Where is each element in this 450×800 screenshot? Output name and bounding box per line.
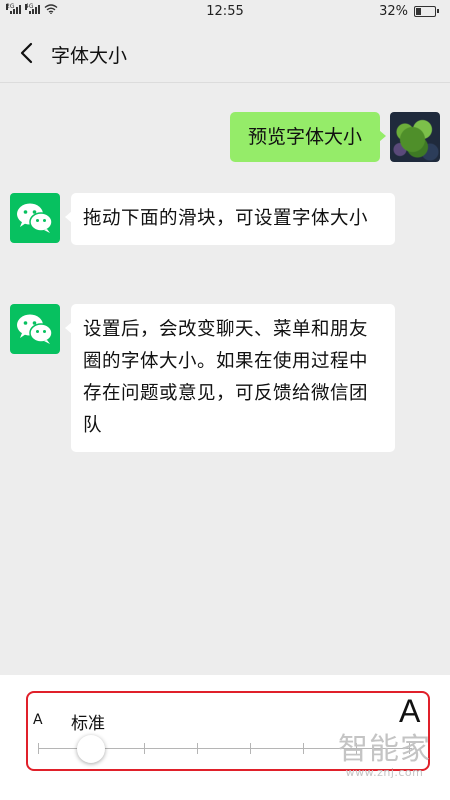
large-font-label: A	[399, 693, 421, 729]
slider-tick[interactable]	[197, 743, 198, 754]
slider-tick[interactable]	[303, 743, 304, 754]
chat-preview: 预览字体大小 拖动下面的滑块，可设置字体大小 设置后，会改变聊天、菜单和朋友圈的…	[0, 83, 450, 675]
watermark-url: www.znj.com	[345, 766, 424, 779]
status-bar: 2G 4G 12:55 32%	[0, 0, 450, 24]
wechat-logo-icon	[17, 314, 53, 344]
font-size-panel: A 标准 A 智能家 www.znj.com	[0, 675, 450, 800]
wechat-logo-icon	[17, 203, 53, 233]
message-bubble-2: 设置后，会改变聊天、菜单和朋友圈的字体大小。如果在使用过程中存在问题或意见，可反…	[65, 304, 395, 452]
slider-tick[interactable]	[144, 743, 145, 754]
self-message-bubble: 预览字体大小	[230, 112, 386, 162]
back-button[interactable]	[12, 38, 40, 68]
watermark: 智能家 www.znj.com	[338, 732, 431, 779]
chevron-left-icon	[20, 42, 33, 64]
slider-tick[interactable]	[38, 743, 39, 754]
page-title: 字体大小	[51, 45, 128, 67]
font-size-slider-thumb[interactable]	[77, 735, 105, 763]
status-right: 32%	[379, 4, 439, 19]
wechat-avatar	[10, 304, 60, 354]
user-avatar	[390, 112, 440, 162]
message-bubble-1: 拖动下面的滑块，可设置字体大小	[65, 193, 395, 245]
battery-percent: 32%	[379, 4, 408, 19]
battery-fill	[416, 8, 421, 15]
watermark-text: 智能家	[338, 732, 431, 767]
slider-tick[interactable]	[250, 743, 251, 754]
battery-icon	[414, 6, 439, 17]
nav-bar: 字体大小	[0, 24, 450, 83]
small-font-label: A	[33, 712, 43, 728]
current-size-label: 标准	[71, 714, 105, 734]
wechat-avatar	[10, 193, 60, 243]
